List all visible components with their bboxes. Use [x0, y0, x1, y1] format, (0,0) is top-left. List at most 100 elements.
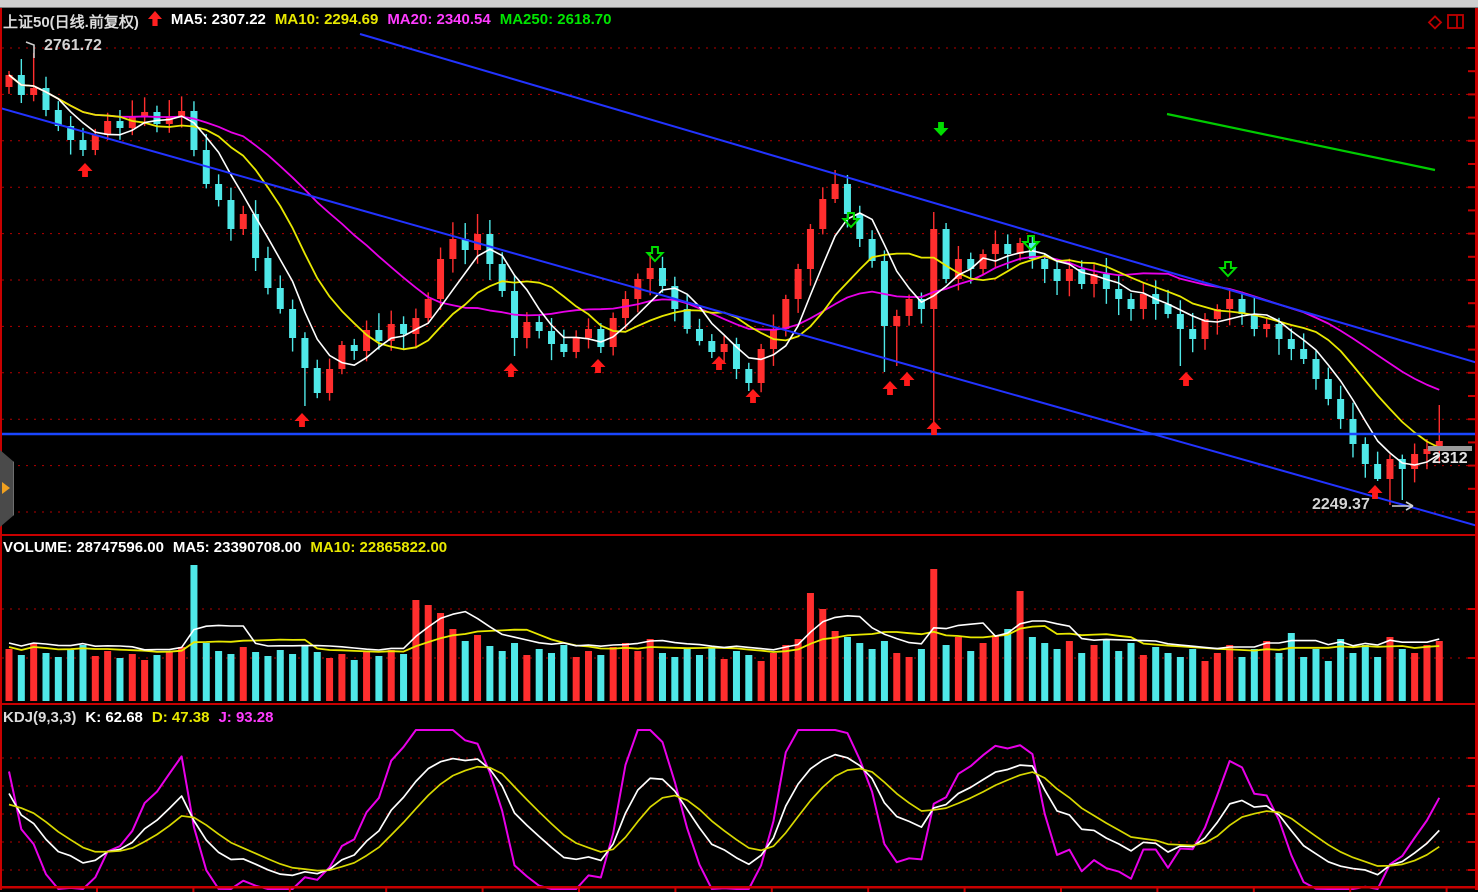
volume-bar	[1140, 655, 1147, 701]
volume-ma5-line	[9, 612, 1439, 650]
candle-body	[906, 299, 913, 316]
restore-window-icon[interactable]	[1446, 12, 1466, 32]
candle-body	[696, 329, 703, 341]
volume-header: VOLUME: 28747596.00 MA5: 23390708.00 MA1…	[3, 539, 447, 556]
candle-body	[289, 309, 296, 338]
volume-bar	[832, 631, 839, 701]
candle-body	[301, 338, 308, 368]
kdj-k-readout: K: 62.68	[85, 709, 143, 726]
candle-body	[190, 111, 197, 150]
sell-signal-arrow-hollow	[1221, 262, 1236, 276]
volume-bar	[116, 658, 123, 701]
kdj-header: KDJ(9,3,3) K: 62.68 D: 47.38 J: 93.28	[3, 709, 274, 726]
volume-bar	[869, 649, 876, 701]
volume-bar	[647, 639, 654, 701]
volume-readout: VOLUME: 28747596.00	[3, 539, 164, 556]
candle-body	[104, 121, 111, 135]
volume-bar	[906, 657, 913, 701]
volume-bar	[338, 654, 345, 701]
buy-signal-arrow	[295, 413, 310, 427]
volume-bar	[166, 651, 173, 701]
volume-bar	[721, 659, 728, 701]
ma20-readout: MA20: 2340.54	[387, 11, 490, 32]
volume-bar	[1091, 645, 1098, 701]
candle-body	[153, 112, 160, 124]
volume-bar	[1054, 649, 1061, 701]
candle-body	[782, 299, 789, 329]
volume-bar	[79, 645, 86, 701]
candle-body	[1066, 269, 1073, 281]
volume-bar	[1312, 649, 1319, 701]
expand-sidebar-handle[interactable]	[0, 450, 14, 527]
ma250-readout: MA250: 2618.70	[500, 11, 612, 32]
candle-body	[1288, 339, 1295, 349]
candle-body	[1189, 329, 1196, 339]
volume-bar	[918, 649, 925, 701]
main-chart-header: 上证50(日线.前复权) MA5: 2307.22 MA10: 2294.69 …	[3, 11, 611, 32]
candle-body	[1374, 464, 1381, 479]
candle-body	[795, 269, 802, 299]
candle-body	[659, 268, 666, 286]
volume-bar	[1251, 649, 1258, 701]
volume-bar	[1300, 657, 1307, 701]
candle-body	[425, 299, 432, 318]
candle-body	[684, 309, 691, 329]
candle-body	[1300, 349, 1307, 359]
diamond-icon[interactable]	[1426, 13, 1444, 31]
candle-body	[1239, 299, 1246, 314]
stock-app-window: 上证50(日线.前复权) MA5: 2307.22 MA10: 2294.69 …	[0, 0, 1478, 892]
volume-bar	[1337, 639, 1344, 701]
up-arrow-icon	[148, 11, 162, 27]
candle-body	[1115, 289, 1122, 299]
candle-body	[264, 258, 271, 288]
volume-bar	[573, 657, 580, 701]
pane-separator	[0, 703, 1478, 705]
chart-canvas[interactable]	[0, 0, 1478, 892]
volume-bar	[1436, 641, 1443, 701]
candle-body	[844, 184, 851, 214]
volume-bar	[597, 655, 604, 701]
volume-bar	[141, 660, 148, 701]
trendline	[360, 34, 1478, 363]
volume-bar	[893, 653, 900, 701]
candle-body	[1411, 454, 1418, 469]
candle-body	[622, 299, 629, 318]
volume-bar	[523, 655, 530, 701]
volume-bar	[610, 647, 617, 701]
volume-bar	[252, 652, 259, 701]
candle-body	[856, 214, 863, 239]
ma10-readout: MA10: 2294.69	[275, 11, 378, 32]
volume-bar	[388, 650, 395, 701]
volume-bar	[153, 655, 160, 701]
candle-body	[1054, 269, 1061, 281]
candle-body	[893, 316, 900, 326]
volume-bar	[289, 654, 296, 701]
volume-bar	[1226, 645, 1233, 701]
kdj-name: KDJ(9,3,3)	[3, 709, 76, 726]
candle-body	[832, 184, 839, 199]
volume-bar	[104, 651, 111, 701]
volume-bar	[696, 655, 703, 701]
volume-bar	[203, 643, 210, 701]
candle-body	[314, 368, 321, 393]
candle-body	[1349, 419, 1356, 444]
volume-bar	[462, 641, 469, 701]
volume-bar	[622, 643, 629, 701]
volume-bar	[659, 653, 666, 701]
candle-body	[129, 117, 136, 128]
candle-body	[1325, 379, 1332, 399]
candle-body	[523, 322, 530, 338]
candle-body	[116, 121, 123, 128]
volume-bar	[449, 629, 456, 701]
volume-bar	[67, 650, 74, 701]
candle-body	[807, 229, 814, 269]
candle-body	[375, 330, 382, 341]
volume-bar	[536, 649, 543, 701]
candle-body	[560, 344, 567, 352]
volume-bar	[1128, 643, 1135, 701]
candle-body	[400, 324, 407, 334]
candle-body	[943, 229, 950, 279]
volume-bar	[314, 652, 321, 701]
candle-body	[1386, 459, 1393, 479]
volume-bar	[227, 654, 234, 701]
